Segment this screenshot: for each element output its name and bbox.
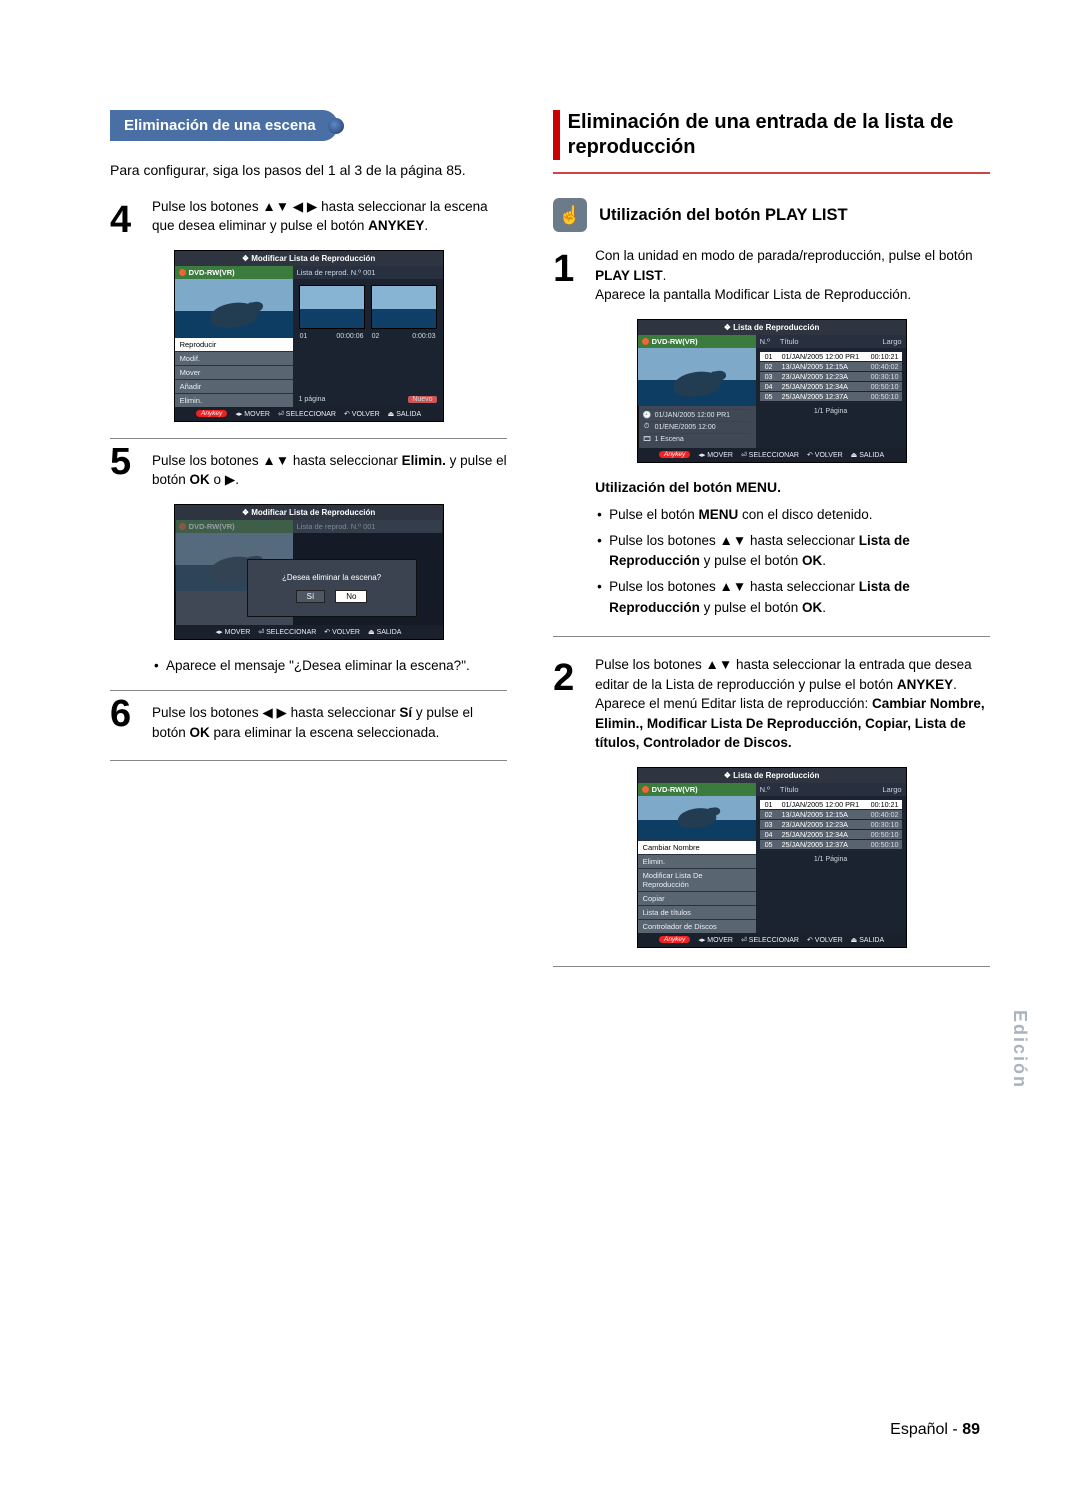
ctx-lista-titulos[interactable]: Lista de títulos [638,905,756,919]
menu-modif[interactable]: Modif. [175,351,293,365]
table-row[interactable]: 0101/JAN/2005 12:00 PR100:10:21 [760,352,902,361]
ctx-elimin[interactable]: Elimin. [638,854,756,868]
menu-sub-heading: Utilización del botón MENU. [595,479,990,495]
page-footer: Español - 89 [890,1421,980,1439]
section-pill: Eliminación de una escena [110,110,338,141]
step5-bullets: Aparece el mensaje "¿Desea eliminar la e… [110,656,507,676]
ctx-modificar-lista[interactable]: Modificar Lista De Reproducción [638,868,756,891]
btn-si[interactable]: Sí [296,590,326,603]
step-6-text: Pulse los botones ◀ ▶ hasta seleccionar … [152,703,507,742]
nuevo-badge[interactable]: Nuevo [408,396,436,403]
left-column: Eliminación de una escena Para configura… [110,110,507,985]
table-row[interactable]: 0425/JAN/2005 12:34A00:50:10 [760,382,902,391]
scene-thumb-2[interactable]: 020:00:03 [371,285,437,329]
right-column: Eliminación de una entrada de la lista d… [553,110,990,985]
step-4-text: Pulse los botones ▲▼ ◀ ▶ hasta seleccion… [152,197,507,236]
table-row[interactable]: 0213/JAN/2005 12:15A00:40:02 [760,362,902,371]
menu-elimin[interactable]: Elimin. [175,393,293,407]
ctx-cambiar-nombre[interactable]: Cambiar Nombre [638,840,756,854]
step-number: 2 [553,659,574,697]
confirm-dialog: ¿Desea eliminar la escena? Sí No [247,559,417,617]
hand-icon: ☝ [553,198,587,232]
bullet: Aparece el mensaje "¿Desea eliminar la e… [166,656,507,676]
step-number: 1 [553,250,574,288]
ctx-controlador-discos[interactable]: Controlador de Discos [638,919,756,933]
table-row[interactable]: 0323/JAN/2005 12:23A00:30:10 [760,820,902,829]
step-number: 6 [110,695,131,733]
step-5-text: Pulse los botones ▲▼ hasta seleccionar E… [152,451,507,490]
sub-heading-playlist: Utilización del botón PLAY LIST [599,206,847,225]
step-1-text: Con la unidad en modo de parada/reproduc… [595,246,990,305]
intro-text: Para configurar, siga los pasos del 1 al… [110,161,507,181]
table-row[interactable]: 0525/JAN/2005 12:37A00:50:10 [760,392,902,401]
bullet: Pulse los botones ▲▼ hasta seleccionar L… [609,531,990,572]
anykey-pill: Anykey [196,410,227,417]
step-2-text: Pulse los botones ▲▼ hasta seleccionar l… [595,655,990,753]
side-tab-edicion: Edición [1009,1010,1030,1089]
right-heading: Eliminación de una entrada de la lista d… [568,110,990,160]
table-row[interactable]: 0101/JAN/2005 12:00 PR100:10:21 [760,800,902,809]
bullet: Pulse los botones ▲▼ hasta seleccionar L… [609,577,990,618]
menu-bullets: Pulse el botón MENU con el disco detenid… [553,505,990,618]
step-2: 2 Pulse los botones ▲▼ hasta seleccionar… [553,655,990,753]
osd-confirm-delete-scene: Modificar Lista de Reproducción DVD-RW(V… [174,504,444,640]
menu-anadir[interactable]: Añadir [175,379,293,393]
step-number: 4 [110,201,131,239]
scene-thumb-1[interactable]: 0100:00:06 [299,285,365,329]
menu-mover[interactable]: Mover [175,365,293,379]
table-row[interactable]: 0525/JAN/2005 12:37A00:50:10 [760,840,902,849]
confirm-question: ¿Desea eliminar la escena? [282,573,381,582]
dolphin-icon [208,299,259,329]
step-6: 6 Pulse los botones ◀ ▶ hasta selecciona… [110,690,507,742]
table-row[interactable]: 0323/JAN/2005 12:23A00:30:10 [760,372,902,381]
step-1: 1 Con la unidad en modo de parada/reprod… [553,246,990,305]
table-row[interactable]: 0425/JAN/2005 12:34A00:50:10 [760,830,902,839]
osd-modify-playlist-scenes: Modificar Lista de Reproducción DVD-RW(V… [174,250,444,422]
osd-playlist-table: Lista de Reproducción DVD-RW(VR) N.ºTítu… [637,319,907,463]
red-bar-icon [553,110,560,160]
ctx-copiar[interactable]: Copiar [638,891,756,905]
menu-reproducir[interactable]: Reproducir [175,337,293,351]
table-row[interactable]: 0213/JAN/2005 12:15A00:40:02 [760,810,902,819]
step-5: 5 Pulse los botones ▲▼ hasta seleccionar… [110,438,507,490]
bullet: Pulse el botón MENU con el disco detenid… [609,505,990,525]
osd-playlist-context-menu: Lista de Reproducción DVD-RW(VR) N.ºTítu… [637,767,907,948]
step-4: 4 Pulse los botones ▲▼ ◀ ▶ hasta selecci… [110,197,507,236]
btn-no[interactable]: No [335,590,367,603]
step-number: 5 [110,443,131,481]
